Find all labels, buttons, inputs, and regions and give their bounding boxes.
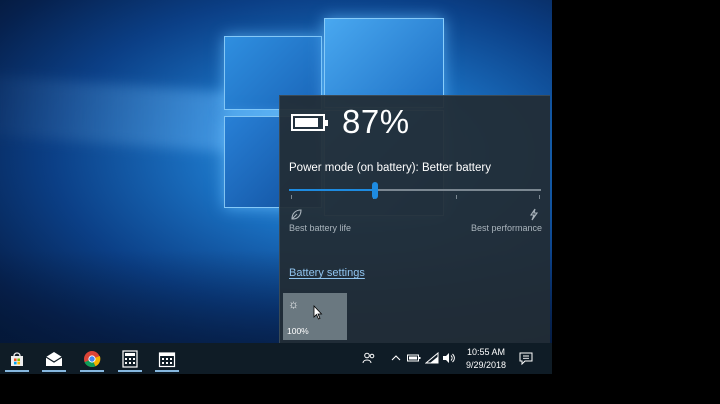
letterbox-right — [552, 0, 720, 374]
mail-icon[interactable] — [41, 346, 67, 372]
sun-icon: ☼ — [288, 297, 299, 311]
power-mode-slider[interactable] — [289, 182, 541, 199]
action-center-icon[interactable] — [519, 350, 533, 366]
leaf-icon — [289, 207, 303, 221]
taskbar: 10:55 AM 9/29/2018 — [0, 343, 552, 374]
clock-date: 9/29/2018 — [465, 360, 507, 370]
brightness-value: 100% — [287, 326, 309, 336]
clock-time: 10:55 AM — [466, 347, 506, 357]
chrome-icon[interactable] — [79, 346, 105, 372]
pinned-indicator — [80, 370, 104, 372]
slider-thumb[interactable] — [372, 182, 378, 199]
slider-tick — [539, 195, 540, 199]
pinned-indicator — [42, 370, 66, 372]
letterbox-bottom — [0, 374, 720, 404]
calendar-icon[interactable] — [154, 346, 180, 372]
calculator-icon[interactable] — [117, 346, 143, 372]
battery-tray-icon[interactable] — [407, 350, 421, 366]
store-icon[interactable] — [4, 346, 30, 372]
slider-active-track — [289, 189, 375, 191]
slider-tick — [291, 195, 292, 199]
best-performance-label: Best performance — [471, 223, 543, 233]
battery-terminal — [325, 120, 328, 126]
battery-percentage: 87% — [342, 103, 410, 140]
best-battery-life-label: Best battery life — [289, 223, 352, 233]
wifi-icon[interactable] — [425, 350, 439, 366]
mouse-cursor-icon — [313, 304, 323, 325]
pinned-indicator — [118, 370, 142, 372]
power-mode-label: Power mode (on battery): Better battery — [289, 162, 491, 174]
slider-tick — [456, 195, 457, 199]
battery-fill — [295, 118, 318, 127]
volume-icon[interactable] — [442, 350, 456, 366]
people-icon[interactable] — [362, 350, 376, 366]
battery-icon — [291, 114, 328, 131]
chevron-up-icon[interactable] — [389, 350, 403, 366]
pinned-indicator — [5, 370, 29, 372]
lightning-icon — [527, 207, 541, 221]
system-clock[interactable]: 10:55 AM 9/29/2018 — [458, 346, 514, 372]
pinned-indicator — [155, 370, 179, 372]
battery-settings-link[interactable]: Battery settings — [289, 267, 365, 279]
